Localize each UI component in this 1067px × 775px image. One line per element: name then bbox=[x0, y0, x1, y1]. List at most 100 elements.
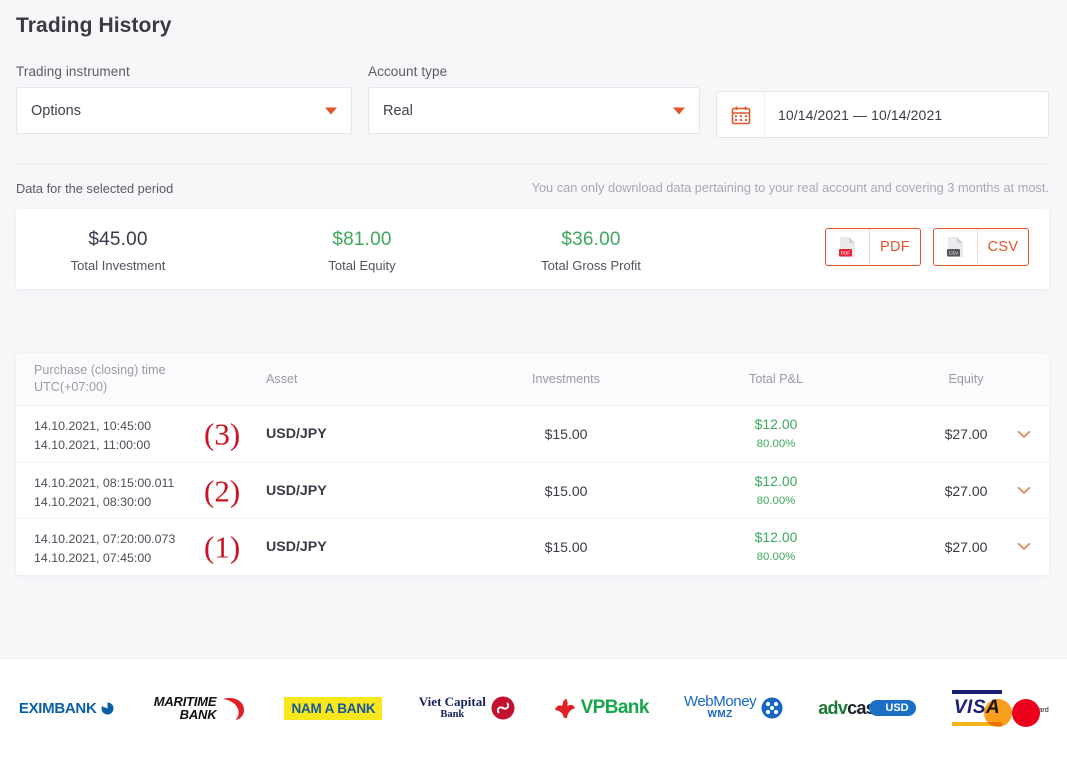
page-title: Trading History bbox=[16, 14, 172, 37]
pl-percent: 80.00% bbox=[756, 438, 796, 450]
cell-time: 14.10.2021, 07:20:00.073 14.10.2021, 07:… bbox=[34, 530, 175, 568]
close-time: 14.10.2021, 08:30:00 bbox=[34, 495, 152, 509]
trading-history-page: Trading History Trading instrument Optio… bbox=[0, 0, 1067, 775]
stat-total-equity: $81.00 Total Equity bbox=[298, 229, 426, 273]
viet-line1: Viet Capital bbox=[418, 694, 486, 709]
webmoney-globe-icon bbox=[761, 697, 783, 719]
filters-divider bbox=[16, 164, 1049, 165]
webmoney-wordmark: WebMoney WMZ bbox=[684, 694, 757, 721]
calendar-icon bbox=[731, 106, 750, 124]
annotation-marker: (1) bbox=[204, 529, 241, 564]
pl-amount: $12.00 bbox=[754, 529, 798, 545]
eximbank-wordmark: EXIMBANK bbox=[18, 699, 97, 717]
logo-viet-capital-bank: Viet Capital Bank bbox=[400, 679, 533, 737]
cell-asset: USD/JPY bbox=[266, 426, 327, 442]
field-account-type: Account type Real bbox=[368, 64, 700, 134]
row-expand-button[interactable] bbox=[1013, 536, 1035, 558]
close-time: 14.10.2021, 07:45:00 bbox=[34, 551, 152, 565]
cell-investment: $15.00 bbox=[544, 482, 588, 499]
column-header-time: Purchase (closing) time UTC(+07:00) bbox=[34, 362, 214, 396]
table-row[interactable]: 14.10.2021, 08:15:00.011 14.10.2021, 08:… bbox=[16, 462, 1049, 518]
webmoney-logo: WebMoney WMZ bbox=[684, 694, 783, 721]
cell-total-pl: $12.00 80.00% bbox=[706, 416, 846, 450]
maritime-bank-wordmark: MARITIME BANK bbox=[154, 695, 217, 721]
cell-total-pl: $12.00 80.00% bbox=[706, 473, 846, 507]
logo-maritime-bank: MARITIME BANK bbox=[133, 679, 266, 737]
stat-total-gross-profit: $36.00 Total Gross Profit bbox=[510, 229, 672, 273]
card-brands: VISA mastercard bbox=[951, 690, 1049, 727]
date-range-value: 10/14/2021 — 10/14/2021 bbox=[778, 106, 943, 123]
download-csv-label: CSV bbox=[987, 239, 1019, 255]
advcash-logo: advcash USD bbox=[818, 697, 916, 719]
download-csv-button[interactable]: CSV CSV bbox=[933, 228, 1029, 266]
logo-visa-mastercard: VISA mastercard bbox=[934, 679, 1067, 737]
stat-value: $36.00 bbox=[561, 229, 621, 250]
download-pdf-label: PDF bbox=[880, 239, 910, 255]
download-buttons: PDF PDF CSV CSV bbox=[825, 228, 1029, 266]
pdf-icon-cell: PDF bbox=[826, 229, 870, 265]
period-caption-row: Data for the selected period You can onl… bbox=[16, 180, 1049, 209]
trading-instrument-select[interactable]: Options bbox=[16, 87, 352, 134]
date-range-picker[interactable]: 10/14/2021 — 10/14/2021 bbox=[716, 91, 1049, 138]
column-header-time-line1: Purchase (closing) time bbox=[34, 363, 166, 377]
row-expand-button[interactable] bbox=[1013, 423, 1035, 445]
logo-nam-a-bank: NAM A BANK bbox=[267, 679, 400, 737]
eximbank-mark-icon bbox=[101, 702, 114, 714]
column-header-investments: Investments bbox=[532, 372, 600, 386]
payment-partners-band: EXIMBANK MARITIME BANK NAM A BANK Viet C… bbox=[0, 659, 1067, 775]
cell-investment: $15.00 bbox=[544, 538, 588, 555]
table-row[interactable]: 14.10.2021, 10:45:00 14.10.2021, 11:00:0… bbox=[16, 406, 1049, 462]
maritime-line2: BANK bbox=[179, 707, 217, 722]
logo-vpbank: VPBank bbox=[534, 679, 667, 737]
logo-eximbank: EXIMBANK bbox=[0, 679, 133, 737]
cell-time: 14.10.2021, 08:15:00.011 14.10.2021, 08:… bbox=[34, 474, 174, 512]
table-row[interactable]: 14.10.2021, 07:20:00.073 14.10.2021, 07:… bbox=[16, 518, 1049, 574]
trading-instrument-label: Trading instrument bbox=[16, 64, 130, 79]
partner-logos: EXIMBANK MARITIME BANK NAM A BANK Viet C… bbox=[0, 679, 1067, 737]
column-header-asset: Asset bbox=[266, 372, 298, 386]
table-header-row: Purchase (closing) time UTC(+07:00) Asse… bbox=[16, 353, 1049, 406]
advcash-part1: adv bbox=[818, 697, 848, 718]
download-restriction-note: You can only download data pertaining to… bbox=[531, 180, 1049, 195]
pdf-file-icon: PDF bbox=[839, 237, 855, 257]
open-time: 14.10.2021, 07:20:00.073 bbox=[34, 532, 176, 546]
column-header-total-pl: Total P&L bbox=[749, 372, 803, 386]
open-time: 14.10.2021, 08:15:00.011 bbox=[34, 476, 175, 490]
stat-label: Total Gross Profit bbox=[541, 258, 641, 273]
filter-bar: Trading instrument Options Account type … bbox=[16, 64, 1049, 139]
account-type-value: Real bbox=[383, 102, 413, 119]
stat-value: $45.00 bbox=[88, 229, 148, 250]
stat-label: Total Equity bbox=[328, 258, 396, 273]
chevron-down-icon bbox=[1017, 486, 1031, 495]
stat-value: $81.00 bbox=[332, 229, 392, 250]
csv-icon-cell: CSV bbox=[934, 229, 978, 265]
cell-investment: $15.00 bbox=[544, 426, 588, 442]
nam-a-bank-wordmark: NAM A BANK bbox=[284, 696, 383, 720]
mastercard-circle-right bbox=[984, 699, 1013, 727]
account-type-select[interactable]: Real bbox=[368, 87, 700, 134]
cell-asset: USD/JPY bbox=[266, 538, 327, 555]
account-type-label: Account type bbox=[368, 64, 448, 79]
svg-text:CSV: CSV bbox=[949, 251, 959, 256]
viet-capital-wordmark: Viet Capital Bank bbox=[419, 695, 486, 721]
csv-file-icon: CSV bbox=[947, 237, 963, 257]
annotation-marker: (3) bbox=[204, 416, 241, 452]
mastercard-logo: mastercard bbox=[984, 699, 1049, 727]
viet-line2: Bank bbox=[440, 709, 465, 720]
download-pdf-button[interactable]: PDF PDF bbox=[825, 228, 921, 266]
logo-advcash: advcash USD bbox=[800, 679, 933, 737]
pl-percent: 80.00% bbox=[756, 551, 796, 563]
eximbank-logo: EXIMBANK bbox=[19, 700, 115, 717]
close-time: 14.10.2021, 11:00:00 bbox=[34, 438, 151, 452]
open-time: 14.10.2021, 10:45:00 bbox=[34, 419, 152, 433]
maritime-bank-logo: MARITIME BANK bbox=[154, 695, 247, 721]
column-header-equity: Equity bbox=[948, 372, 984, 386]
trading-instrument-value: Options bbox=[31, 102, 81, 119]
vpbank-wordmark: VPBank bbox=[580, 697, 650, 718]
pl-amount: $12.00 bbox=[754, 473, 798, 489]
trades-table: Purchase (closing) time UTC(+07:00) Asse… bbox=[16, 353, 1049, 575]
row-expand-button[interactable] bbox=[1013, 480, 1035, 502]
chevron-down-icon bbox=[325, 107, 337, 114]
stat-label: Total Investment bbox=[70, 258, 166, 273]
annotation-marker: (2) bbox=[204, 473, 241, 508]
